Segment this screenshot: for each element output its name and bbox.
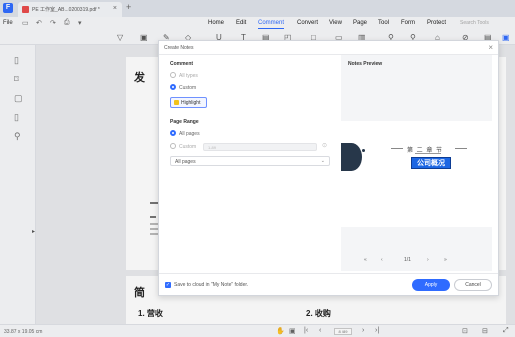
info-icon: ⊙ xyxy=(322,143,328,149)
preview-rule xyxy=(455,148,467,149)
save-to-cloud-label: Save to cloud in "My Note" folder. xyxy=(174,282,249,288)
page-range-section-title: Page Range xyxy=(170,119,199,125)
all-pages-label: All pages xyxy=(179,131,200,137)
custom-pages-radio[interactable] xyxy=(170,143,176,149)
preview-decoration xyxy=(341,143,362,171)
all-types-radio[interactable] xyxy=(170,72,176,78)
last-page-icon[interactable]: » xyxy=(444,257,447,263)
dialog-title: Create Notes xyxy=(164,45,194,51)
pages-dropdown[interactable]: All pages ⌄ xyxy=(170,156,330,166)
notes-preview-panel: Notes Preview 第 二 章 节 公司概况 « ‹ 1/1 › » xyxy=(341,55,492,271)
apply-button[interactable]: Apply xyxy=(412,279,450,291)
first-page-icon[interactable]: « xyxy=(364,257,367,263)
page-range-input[interactable]: 1-89 xyxy=(203,143,317,151)
preview-rule xyxy=(415,153,441,154)
save-to-cloud-checkbox[interactable]: ✓ xyxy=(165,282,171,288)
preview-decoration xyxy=(362,149,365,152)
create-notes-dialog: Create Notes × Comment All types Custom … xyxy=(158,40,499,296)
preview-highlighted-text: 公司概况 xyxy=(411,157,451,169)
highlight-icon xyxy=(174,100,179,105)
next-page-icon[interactable]: › xyxy=(427,257,429,263)
preview-page-count: 1/1 xyxy=(404,257,411,263)
preview-rule xyxy=(391,148,403,149)
highlight-label: Highlight xyxy=(181,100,201,106)
pages-dropdown-value: All pages xyxy=(175,159,196,165)
preview-page: 第 二 章 节 公司概况 xyxy=(341,121,492,227)
custom-pages-label: Custom xyxy=(179,144,197,150)
all-pages-radio[interactable] xyxy=(170,130,176,136)
comment-section-title: Comment xyxy=(170,61,194,67)
notes-preview-title: Notes Preview xyxy=(348,61,383,67)
previous-page-icon[interactable]: ‹ xyxy=(381,257,383,263)
custom-types-radio[interactable] xyxy=(170,84,176,90)
dialog-footer: ✓ Save to cloud in "My Note" folder. App… xyxy=(159,273,498,295)
custom-types-label: Custom xyxy=(179,85,197,91)
highlight-type-chip[interactable]: Highlight xyxy=(170,97,207,108)
all-types-label: All types xyxy=(179,73,198,79)
close-icon[interactable]: × xyxy=(488,43,493,52)
preview-pager: « ‹ 1/1 › » xyxy=(341,255,492,267)
dialog-header: Create Notes × xyxy=(159,41,498,55)
cancel-button[interactable]: Cancel xyxy=(454,279,492,291)
chevron-down-icon: ⌄ xyxy=(320,158,325,164)
